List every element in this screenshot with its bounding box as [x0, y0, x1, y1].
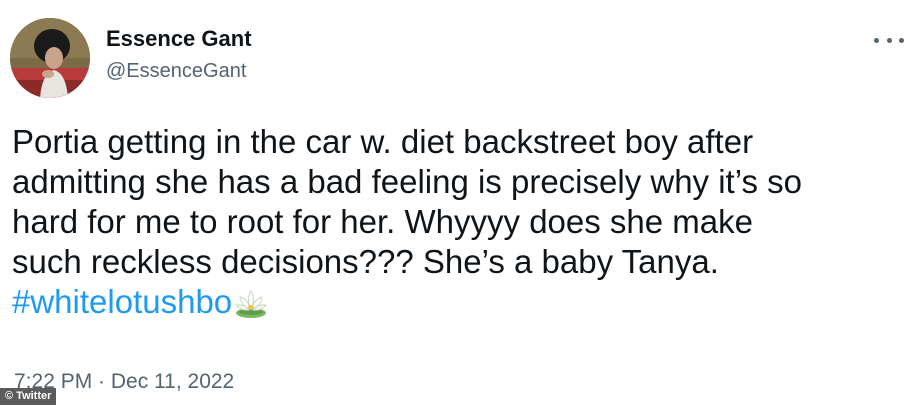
lotus-emoji-icon: [234, 287, 268, 328]
tweet-text-line: hard for me to root for her. Whyyyy does…: [12, 203, 753, 240]
tweet-text-line: Portia getting in the car w. diet backst…: [12, 123, 754, 160]
image-credit: © Twitter: [0, 388, 57, 405]
tweet-card: Essence Gant @EssenceGant Portia getting…: [0, 0, 914, 406]
profile-photo-icon: [10, 18, 90, 98]
more-dot: [886, 37, 892, 43]
hashtag-line: #whitelotushbo: [12, 282, 902, 328]
tweet-text: Portia getting in the car w. diet backst…: [12, 122, 902, 328]
more-dot: [874, 37, 879, 43]
hashtag-link[interactable]: #whitelotushbo: [12, 283, 232, 320]
tweet-text-line: such reckless decisions??? She’s a baby …: [12, 243, 719, 280]
author-name[interactable]: Essence Gant: [106, 26, 252, 52]
more-dot: [899, 37, 904, 43]
tweet-text-line: admitting she has a bad feeling is preci…: [12, 163, 802, 200]
more-options-icon[interactable]: [874, 30, 904, 50]
avatar[interactable]: [10, 18, 90, 98]
author-handle[interactable]: @EssenceGant: [106, 60, 246, 83]
